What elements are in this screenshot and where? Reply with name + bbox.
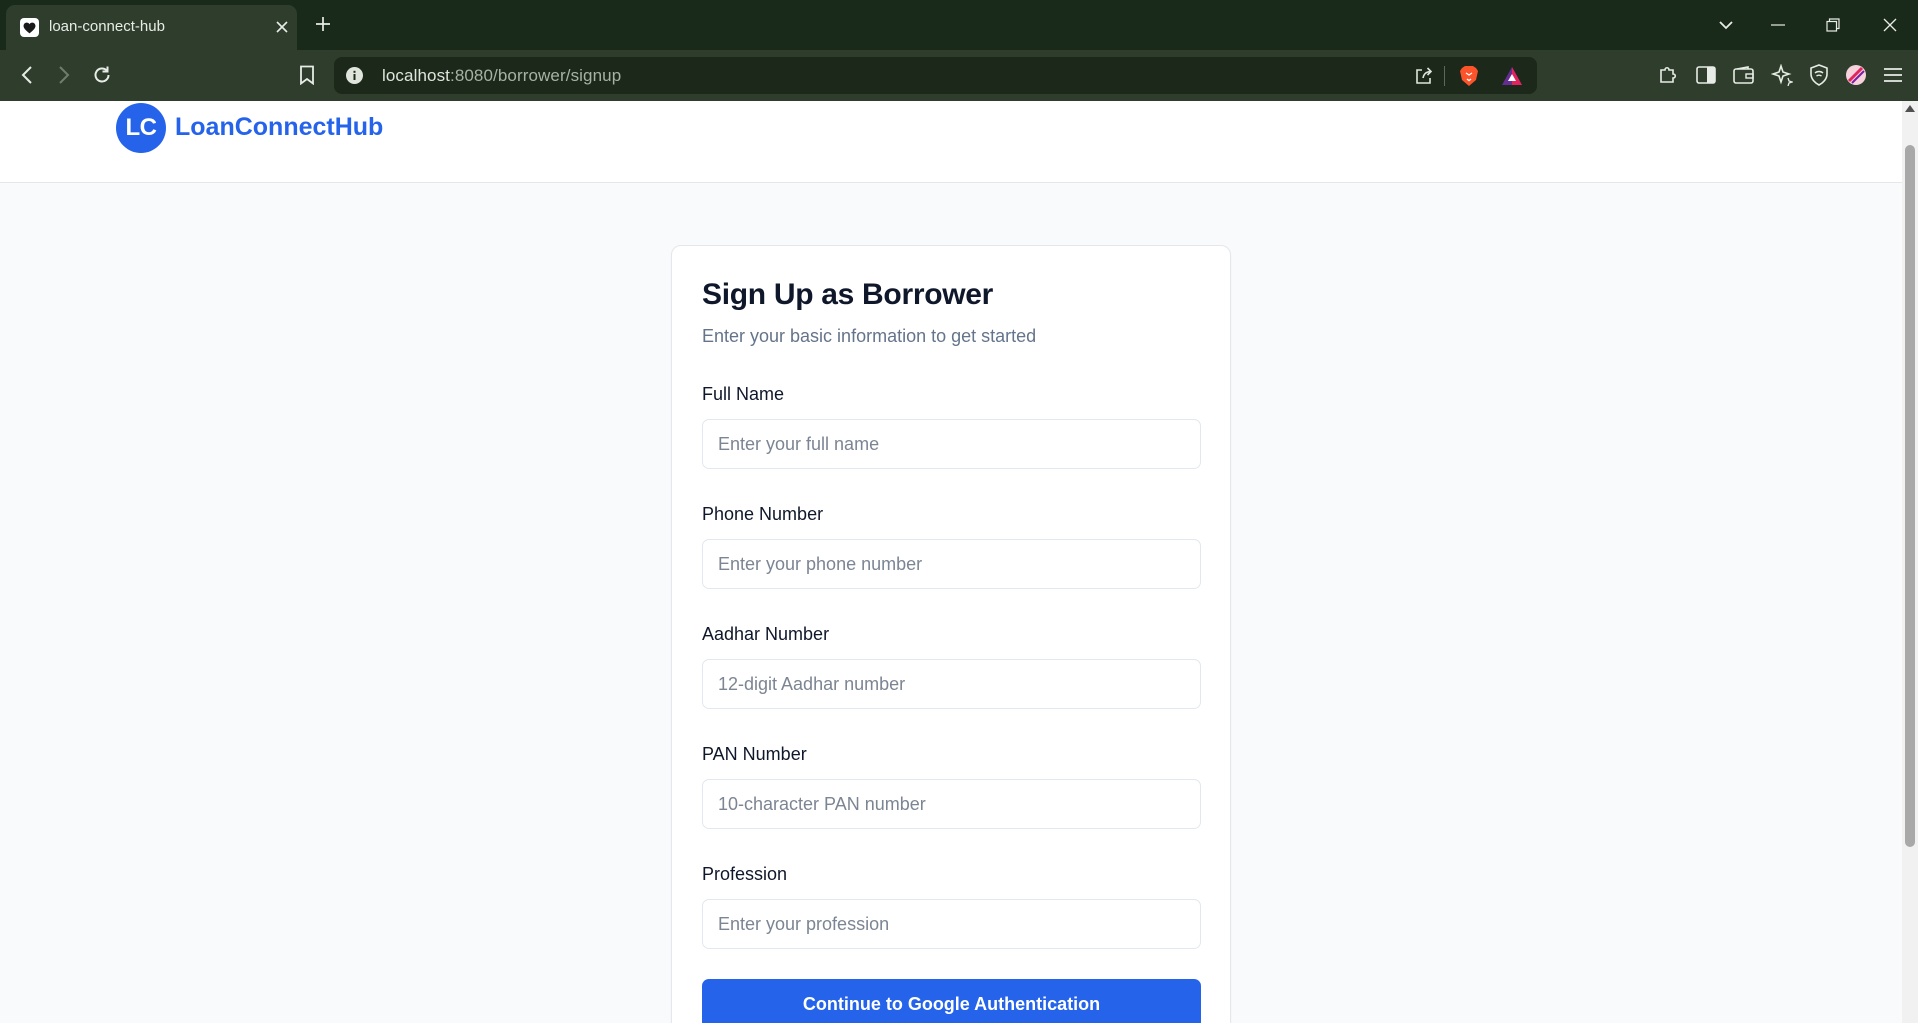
- brand-name[interactable]: LoanConnectHub: [175, 113, 383, 142]
- scroll-up-arrow-icon[interactable]: [1905, 105, 1915, 112]
- full-name-input[interactable]: [702, 419, 1201, 469]
- bookmark-icon[interactable]: [294, 62, 320, 88]
- profile-icon[interactable]: [1843, 62, 1869, 88]
- pan-number-input[interactable]: [702, 779, 1201, 829]
- browser-tab-active[interactable]: loan-connect-hub: [6, 5, 297, 50]
- brave-lion-icon[interactable]: [1457, 64, 1481, 88]
- tab-list-chevron-down-icon[interactable]: [1714, 13, 1738, 37]
- logo-badge[interactable]: LC: [116, 103, 166, 153]
- page-subtitle: Enter your basic information to get star…: [702, 326, 1037, 346]
- continue-google-auth-button[interactable]: Continue to Google Authentication: [702, 979, 1201, 1023]
- info-icon[interactable]: [345, 66, 364, 85]
- page-viewport: LC LoanConnectHub Sign Up as Borrower En…: [0, 101, 1902, 1023]
- sparkle-leo-icon[interactable]: [1769, 62, 1795, 88]
- sidebar-icon[interactable]: [1693, 62, 1719, 88]
- page-title: Sign Up as Borrower: [702, 278, 994, 311]
- phone-number-label: Phone Number: [702, 504, 824, 524]
- minimize-icon[interactable]: [1766, 13, 1790, 37]
- profession-label: Profession: [702, 864, 788, 884]
- address-bar-divider: [1444, 66, 1445, 86]
- brave-rewards-icon[interactable]: [1500, 64, 1524, 88]
- forward-arrow-icon[interactable]: [51, 62, 77, 88]
- puzzle-extensions-icon[interactable]: [1655, 62, 1681, 88]
- wallet-icon[interactable]: [1731, 62, 1757, 88]
- site-header: LC LoanConnectHub: [0, 101, 1902, 183]
- aadhar-number-input[interactable]: [702, 659, 1201, 709]
- profession-input[interactable]: [702, 899, 1201, 949]
- browser-toolbar: localhost:8080/borrower/signup: [0, 50, 1918, 101]
- share-icon[interactable]: [1412, 64, 1436, 88]
- close-tab-icon[interactable]: [273, 18, 291, 36]
- url-path: :8080/borrower/signup: [450, 66, 622, 85]
- restore-icon[interactable]: [1821, 13, 1845, 37]
- vpn-shield-icon[interactable]: [1806, 62, 1832, 88]
- scrollbar-thumb[interactable]: [1905, 145, 1915, 847]
- full-name-label: Full Name: [702, 384, 785, 404]
- close-window-icon[interactable]: [1878, 13, 1902, 37]
- address-bar[interactable]: localhost:8080/borrower/signup: [334, 57, 1537, 94]
- back-arrow-icon[interactable]: [14, 62, 40, 88]
- reload-icon[interactable]: [89, 62, 115, 88]
- aadhar-number-label: Aadhar Number: [702, 624, 830, 644]
- phone-number-input[interactable]: [702, 539, 1201, 589]
- hamburger-menu-icon[interactable]: [1880, 62, 1906, 88]
- url-host: localhost: [382, 66, 450, 85]
- tab-title: loan-connect-hub: [49, 18, 165, 35]
- heart-icon: [20, 18, 39, 37]
- signup-card: Sign Up as Borrower Enter your basic inf…: [671, 245, 1231, 1023]
- new-tab-plus-icon[interactable]: [312, 13, 334, 35]
- page-scrollbar[interactable]: [1902, 101, 1918, 1023]
- url-text: localhost:8080/borrower/signup: [382, 66, 621, 86]
- pan-number-label: PAN Number: [702, 744, 807, 764]
- browser-tab-bar: loan-connect-hub: [0, 0, 1918, 50]
